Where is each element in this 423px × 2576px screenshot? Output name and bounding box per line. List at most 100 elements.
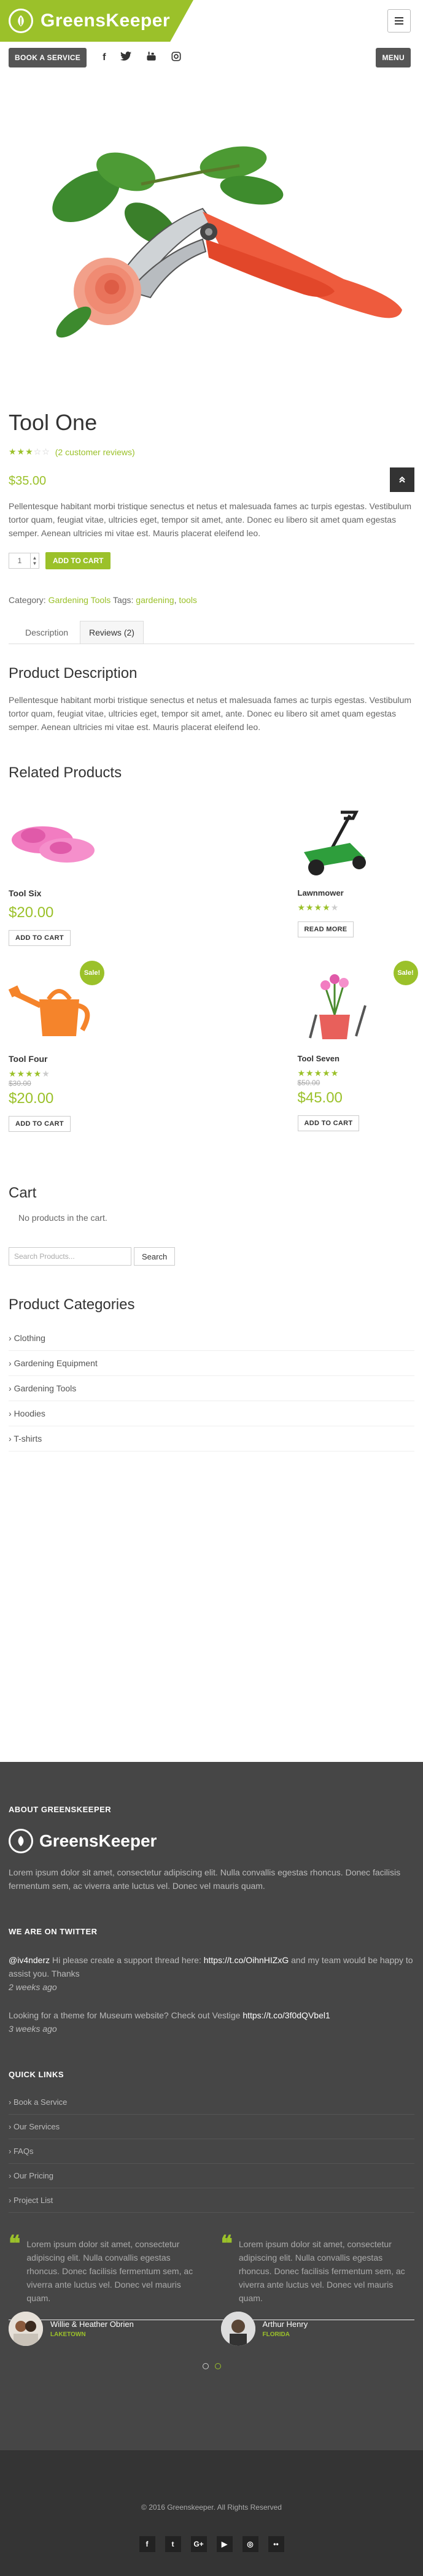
scroll-to-top-button[interactable] bbox=[390, 467, 414, 492]
tag-separator: , bbox=[174, 595, 177, 605]
leaf-icon bbox=[9, 9, 33, 33]
youtube-icon[interactable] bbox=[146, 51, 157, 64]
youtube-icon[interactable]: ▶ bbox=[216, 2536, 233, 2552]
category-item[interactable]: › Hoodies bbox=[9, 1401, 414, 1426]
tweet-time: 3 weeks ago bbox=[9, 2024, 57, 2034]
cart-heading: Cart bbox=[9, 1185, 37, 1201]
customer-reviews-link[interactable]: (2 customer reviews) bbox=[55, 447, 135, 457]
quick-link[interactable]: › Project List bbox=[9, 2188, 414, 2213]
product-old-price: $50.00 bbox=[297, 1078, 320, 1087]
product-search-form: Search Products... Search bbox=[9, 1247, 414, 1266]
product-price: $45.00 bbox=[297, 1090, 343, 1106]
hamburger-menu-button[interactable] bbox=[387, 9, 411, 33]
tweet-link[interactable]: https://t.co/OihnHIZxG bbox=[204, 1955, 289, 1965]
add-to-cart-button[interactable]: ADD TO CART bbox=[297, 1115, 360, 1131]
menu-button[interactable]: MENU bbox=[376, 48, 411, 67]
product-image[interactable] bbox=[298, 806, 415, 880]
product-tabs: Description Reviews (2) bbox=[9, 621, 414, 644]
related-products-heading: Related Products bbox=[9, 764, 122, 781]
flickr-icon[interactable]: •• bbox=[268, 2536, 284, 2552]
add-to-cart-button[interactable]: ADD TO CART bbox=[9, 1116, 71, 1132]
testimonial: ❝ Lorem ipsum dolor sit amet, consectetu… bbox=[9, 2231, 203, 2305]
product-short-description: Pellentesque habitant morbi tristique se… bbox=[9, 501, 412, 538]
search-button[interactable]: Search bbox=[134, 1247, 176, 1266]
pruning-shears-with-rose-image bbox=[52, 146, 402, 338]
rating-stars-icon: ★★★★★ bbox=[297, 902, 340, 912]
quick-link[interactable]: › Our Pricing bbox=[9, 2164, 414, 2188]
category-item[interactable]: › Clothing bbox=[9, 1326, 414, 1351]
product-name[interactable]: Tool Seven bbox=[298, 1054, 415, 1063]
site-header: GreensKeeper bbox=[0, 0, 423, 42]
book-service-button[interactable]: BOOK A SERVICE bbox=[9, 48, 87, 67]
quantity-value: 1 bbox=[17, 556, 22, 565]
testimonial-authors: Willie & Heather Obrien LAKETOWN Arthur … bbox=[9, 2312, 414, 2346]
quote-icon: ❝ bbox=[9, 2231, 21, 2256]
footer-logo[interactable]: GreensKeeper bbox=[9, 1829, 414, 1853]
stepper-arrows-icon[interactable]: ▲ ▼ bbox=[30, 553, 39, 568]
product-name[interactable]: Lawnmower bbox=[298, 888, 415, 898]
facebook-icon[interactable]: f bbox=[139, 2536, 155, 2552]
tag-link-tools[interactable]: tools bbox=[179, 595, 197, 605]
quick-link[interactable]: › FAQs bbox=[9, 2139, 414, 2164]
quick-link[interactable]: › Our Services bbox=[9, 2115, 414, 2139]
twitter-icon[interactable]: t bbox=[165, 2536, 181, 2552]
category-item[interactable]: › T-shirts bbox=[9, 1426, 414, 1451]
product-card: Lawnmower ★★★★★ READ MORE bbox=[212, 806, 415, 964]
leaf-icon bbox=[9, 1829, 33, 1853]
category-item[interactable]: › Gardening Tools bbox=[9, 1376, 414, 1401]
tweet-link[interactable]: https://t.co/3f0dQVbel1 bbox=[243, 2010, 330, 2020]
cart-empty-message: No products in the cart. bbox=[18, 1213, 107, 1223]
carousel-dots bbox=[9, 2363, 414, 2369]
tweet: @iv4nderz Hi please create a support thr… bbox=[9, 1953, 414, 1994]
avatar bbox=[220, 2312, 255, 2346]
about-text: Lorem ipsum dolor sit amet, consectetur … bbox=[9, 1867, 401, 1891]
copyright-text: © 2016 Greenskeeper. All Rights Reserved bbox=[141, 2503, 282, 2512]
rating-stars-icon: ★★★★★ bbox=[297, 1068, 340, 1078]
product-image[interactable] bbox=[298, 972, 415, 1045]
add-to-cart-button[interactable]: ADD TO CART bbox=[9, 930, 71, 946]
product-image[interactable] bbox=[9, 806, 212, 880]
twitter-heading: WE ARE ON TWITTER bbox=[9, 1927, 98, 1936]
tab-reviews[interactable]: Reviews (2) bbox=[80, 621, 144, 644]
product-image[interactable] bbox=[8, 972, 212, 1045]
add-to-cart-button[interactable]: ADD TO CART bbox=[45, 552, 111, 569]
quote-icon: ❝ bbox=[220, 2231, 233, 2256]
tab-description[interactable]: Description bbox=[16, 621, 77, 644]
product-rating: ★★★☆☆ (2 customer reviews) bbox=[9, 447, 414, 457]
avatar bbox=[9, 2312, 43, 2346]
quantity-stepper[interactable]: 1 ▲ ▼ bbox=[9, 553, 39, 569]
hamburger-icon bbox=[395, 17, 403, 25]
logo-text: GreensKeeper bbox=[39, 1831, 157, 1850]
quick-links-list: › Book a Service › Our Services › FAQs ›… bbox=[9, 2090, 414, 2213]
product-price: $20.00 bbox=[9, 904, 54, 921]
instagram-icon[interactable]: ◎ bbox=[242, 2536, 258, 2552]
product-meta: Category: Gardening Tools Tags: gardenin… bbox=[9, 595, 414, 605]
site-footer: ABOUT GREENSKEEPER GreensKeeper Lorem ip… bbox=[0, 1762, 423, 2450]
product-name[interactable]: Tool Six bbox=[9, 888, 212, 898]
product-card: Tool Six $20.00 ADD TO CART bbox=[9, 806, 212, 964]
search-input[interactable]: Search Products... bbox=[9, 1247, 131, 1266]
facebook-icon[interactable]: f bbox=[103, 52, 106, 63]
author-location: LAKETOWN bbox=[50, 2331, 86, 2338]
instagram-icon[interactable] bbox=[171, 52, 181, 64]
footer-social-links: f t G+ ▶ ◎ •• bbox=[0, 2536, 423, 2552]
read-more-button[interactable]: READ MORE bbox=[297, 921, 354, 937]
product-summary: Tool One ★★★☆☆ (2 customer reviews) $35.… bbox=[0, 410, 423, 1451]
author-location: FLORIDA bbox=[262, 2331, 290, 2338]
logo[interactable]: GreensKeeper bbox=[0, 0, 193, 42]
category-label: Category: bbox=[9, 595, 46, 605]
tag-link-gardening[interactable]: gardening bbox=[136, 595, 174, 605]
testimonial-text: Lorem ipsum dolor sit amet, consectetur … bbox=[238, 2239, 405, 2303]
pink-garden-clogs-image bbox=[12, 826, 95, 863]
product-name[interactable]: Tool Four bbox=[9, 1054, 212, 1064]
twitter-icon[interactable] bbox=[120, 52, 132, 64]
category-item[interactable]: › Gardening Equipment bbox=[9, 1351, 414, 1376]
carousel-dot[interactable] bbox=[202, 2363, 209, 2369]
google-plus-icon[interactable]: G+ bbox=[190, 2536, 207, 2552]
rating-stars-icon: ★★★★★ bbox=[9, 1069, 50, 1078]
twitter-handle-link[interactable]: @iv4nderz bbox=[9, 1955, 50, 1965]
category-link[interactable]: Gardening Tools bbox=[49, 595, 111, 605]
quick-link[interactable]: › Book a Service bbox=[9, 2090, 414, 2115]
product-image[interactable] bbox=[0, 74, 423, 405]
carousel-dot[interactable] bbox=[214, 2363, 221, 2369]
